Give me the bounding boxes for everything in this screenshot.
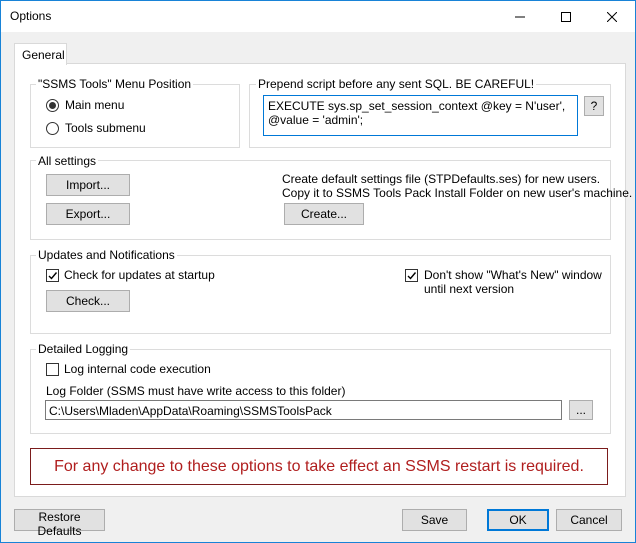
log-folder-label: Log Folder (SSMS must have write access … — [46, 384, 346, 398]
tab-general-label: General — [22, 48, 65, 62]
all-settings-title: All settings — [36, 154, 99, 168]
close-icon — [607, 11, 617, 22]
tab-general[interactable]: General — [14, 43, 67, 65]
ok-button[interactable]: OK — [487, 509, 549, 531]
import-button[interactable]: Import... — [46, 174, 130, 196]
check-button[interactable]: Check... — [46, 290, 130, 312]
browse-folder-button[interactable]: ... — [569, 400, 593, 420]
help-button[interactable]: ? — [584, 96, 604, 116]
create-description-line1: Create default settings file (STPDefault… — [282, 172, 601, 186]
main-menu-label: Main menu — [65, 98, 125, 112]
menu-position-group — [30, 84, 240, 148]
maximize-icon — [561, 11, 571, 22]
export-button[interactable]: Export... — [46, 203, 130, 225]
menu-position-title: "SSMS Tools" Menu Position — [36, 77, 194, 91]
close-button[interactable] — [589, 1, 635, 32]
prepend-script-text: EXECUTE sys.sp_set_session_context @key … — [268, 99, 566, 127]
check-updates-checkbox[interactable] — [46, 269, 59, 282]
tools-submenu-label: Tools submenu — [65, 121, 146, 135]
save-button[interactable]: Save — [402, 509, 467, 531]
whats-new-label-line2: until next version — [424, 282, 515, 296]
prepend-title: Prepend script before any sent SQL. BE C… — [256, 77, 537, 91]
logging-title: Detailed Logging — [36, 342, 131, 356]
log-folder-value: C:\Users\Mladen\AppData\Roaming\SSMSTool… — [49, 404, 332, 418]
whats-new-label-line1: Don't show "What's New" window — [424, 268, 602, 282]
checkmark-icon — [407, 272, 417, 280]
cancel-button[interactable]: Cancel — [556, 509, 622, 531]
main-menu-radio[interactable] — [46, 99, 59, 112]
restore-defaults-button[interactable]: Restore Defaults — [14, 509, 105, 538]
maximize-button[interactable] — [543, 1, 589, 32]
whats-new-checkbox[interactable] — [405, 269, 418, 282]
options-dialog: Options General "SSMS Tools" Menu Positi… — [0, 0, 636, 543]
log-folder-input[interactable]: C:\Users\Mladen\AppData\Roaming\SSMSTool… — [45, 400, 562, 420]
log-internal-checkbox[interactable] — [46, 363, 59, 376]
minimize-icon — [515, 16, 525, 17]
minimize-button[interactable] — [497, 1, 543, 32]
log-internal-label: Log internal code execution — [64, 362, 211, 376]
title-bar: Options — [1, 1, 635, 32]
create-description-line2: Copy it to SSMS Tools Pack Install Folde… — [282, 186, 633, 200]
window-title: Options — [10, 9, 52, 23]
updates-title: Updates and Notifications — [36, 248, 177, 262]
restart-warning: For any change to these options to take … — [30, 448, 608, 485]
tools-submenu-radio[interactable] — [46, 122, 59, 135]
checkmark-icon — [48, 272, 58, 280]
prepend-script-input[interactable]: EXECUTE sys.sp_set_session_context @key … — [263, 95, 578, 136]
create-button[interactable]: Create... — [284, 203, 364, 225]
check-updates-label: Check for updates at startup — [64, 268, 215, 282]
